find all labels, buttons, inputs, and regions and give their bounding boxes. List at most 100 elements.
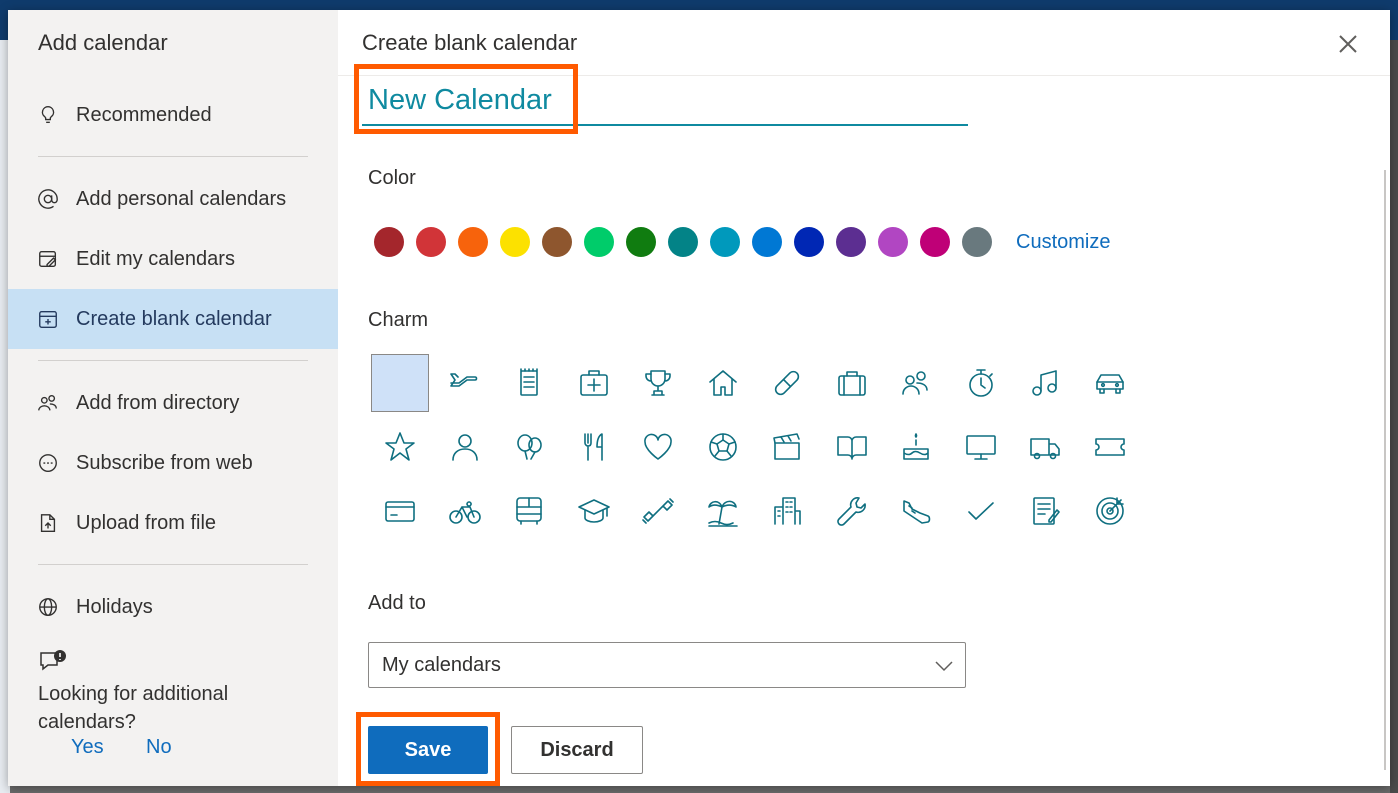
charm-option[interactable]: [887, 482, 945, 540]
sidebar-item-label: Edit my calendars: [76, 247, 235, 270]
sidebar-item-create-blank[interactable]: Create blank calendar: [8, 289, 338, 349]
charm-option[interactable]: [565, 482, 623, 540]
at-sign-icon: [36, 187, 60, 211]
globe-icon: [36, 595, 60, 619]
color-swatch[interactable]: [584, 227, 614, 257]
sidebar-item-subscribe-web[interactable]: Subscribe from web: [8, 433, 338, 493]
color-swatch[interactable]: [794, 227, 824, 257]
feedback-question: Looking for additional calendars?: [38, 683, 229, 733]
discard-button[interactable]: Discard: [511, 726, 643, 774]
charm-option[interactable]: [758, 418, 816, 476]
sidebar-item-upload-file[interactable]: Upload from file: [8, 493, 338, 553]
charm-option[interactable]: [1016, 482, 1074, 540]
charm-option[interactable]: [500, 354, 558, 412]
color-swatch[interactable]: [626, 227, 656, 257]
credit-card-icon: [385, 501, 415, 522]
color-swatch[interactable]: [710, 227, 740, 257]
calendar-name-input[interactable]: [362, 76, 968, 126]
charm-option[interactable]: [371, 482, 429, 540]
charm-option[interactable]: [823, 482, 881, 540]
sidebar-item-recommended[interactable]: Recommended: [8, 85, 338, 145]
save-button[interactable]: Save: [368, 726, 488, 774]
truck-icon: [1030, 438, 1060, 460]
graduation-cap-icon: [577, 499, 610, 523]
feedback-no-link[interactable]: No: [146, 736, 172, 759]
sidebar-title: Add calendar: [38, 30, 168, 55]
add-to-label: Add to: [368, 592, 426, 614]
add-to-dropdown[interactable]: My calendars: [368, 642, 966, 688]
charm-option[interactable]: [887, 418, 945, 476]
charm-option[interactable]: [1081, 482, 1139, 540]
airplane-icon: [449, 373, 477, 387]
charm-option[interactable]: [565, 418, 623, 476]
charm-option[interactable]: [500, 482, 558, 540]
charm-option[interactable]: [1016, 354, 1074, 412]
color-swatch[interactable]: [752, 227, 782, 257]
book-icon: [836, 436, 867, 460]
color-swatch[interactable]: [878, 227, 908, 257]
charm-option[interactable]: [1016, 418, 1074, 476]
charm-option[interactable]: [694, 418, 752, 476]
charm-option[interactable]: [952, 418, 1010, 476]
music-note-icon: [1032, 370, 1057, 396]
charm-option[interactable]: [694, 354, 752, 412]
charm-label: Charm: [368, 309, 429, 331]
monitor-icon: [965, 435, 996, 460]
lightbulb-icon: [36, 103, 60, 127]
charm-option[interactable]: [694, 482, 752, 540]
charm-option[interactable]: [758, 354, 816, 412]
sidebar-item-holidays[interactable]: Holidays: [8, 577, 338, 637]
sidebar-item-label: Upload from file: [76, 511, 217, 534]
customize-color-link[interactable]: Customize: [1016, 231, 1110, 254]
color-swatch[interactable]: [920, 227, 950, 257]
charm-option[interactable]: [952, 354, 1010, 412]
sidebar-divider: [38, 360, 308, 361]
charm-option[interactable]: [565, 354, 623, 412]
bus-icon: [516, 497, 542, 525]
sidebar-item-add-directory[interactable]: Add from directory: [8, 373, 338, 433]
charm-option[interactable]: [823, 418, 881, 476]
charm-option[interactable]: [758, 482, 816, 540]
charm-option[interactable]: [629, 418, 687, 476]
color-swatch[interactable]: [458, 227, 488, 257]
charm-option[interactable]: [436, 482, 494, 540]
target-icon: [1095, 497, 1124, 525]
shoe-icon: [903, 500, 931, 524]
add-calendar-dialog: Add calendar Recommended Add personal ca…: [8, 10, 1390, 786]
color-swatch[interactable]: [836, 227, 866, 257]
color-swatch[interactable]: [416, 227, 446, 257]
charm-option[interactable]: [500, 418, 558, 476]
charm-option[interactable]: [1081, 354, 1139, 412]
color-swatch[interactable]: [962, 227, 992, 257]
stopwatch-icon: [968, 369, 993, 397]
edit-calendar-icon: [36, 247, 60, 271]
notepad-icon: [520, 368, 538, 396]
feedback-yes-link[interactable]: Yes: [71, 736, 104, 759]
charm-option[interactable]: [887, 354, 945, 412]
sidebar-item-edit-calendars[interactable]: Edit my calendars: [8, 229, 338, 289]
wrench-icon: [836, 497, 866, 526]
close-button[interactable]: [1334, 30, 1362, 58]
charm-option[interactable]: [371, 418, 429, 476]
chevron-down-icon: [933, 655, 955, 683]
color-swatch[interactable]: [500, 227, 530, 257]
sidebar-item-add-personal[interactable]: Add personal calendars: [8, 169, 338, 229]
charm-option[interactable]: [952, 482, 1010, 540]
add-to-value: My calendars: [382, 653, 501, 676]
charm-none-option[interactable]: [371, 354, 429, 412]
charm-option[interactable]: [629, 354, 687, 412]
charm-option[interactable]: [1081, 418, 1139, 476]
color-swatch[interactable]: [668, 227, 698, 257]
balloon-icon: [517, 434, 542, 460]
charm-option[interactable]: [436, 354, 494, 412]
sidebar-item-label: Create blank calendar: [76, 307, 272, 330]
people-icon: [36, 391, 60, 415]
color-swatch[interactable]: [542, 227, 572, 257]
clapperboard-icon: [773, 433, 800, 460]
charm-option[interactable]: [823, 354, 881, 412]
beach-icon: [707, 500, 738, 527]
charm-option[interactable]: [629, 482, 687, 540]
charm-option[interactable]: [436, 418, 494, 476]
scrollbar[interactable]: [1384, 170, 1386, 770]
color-swatch[interactable]: [374, 227, 404, 257]
